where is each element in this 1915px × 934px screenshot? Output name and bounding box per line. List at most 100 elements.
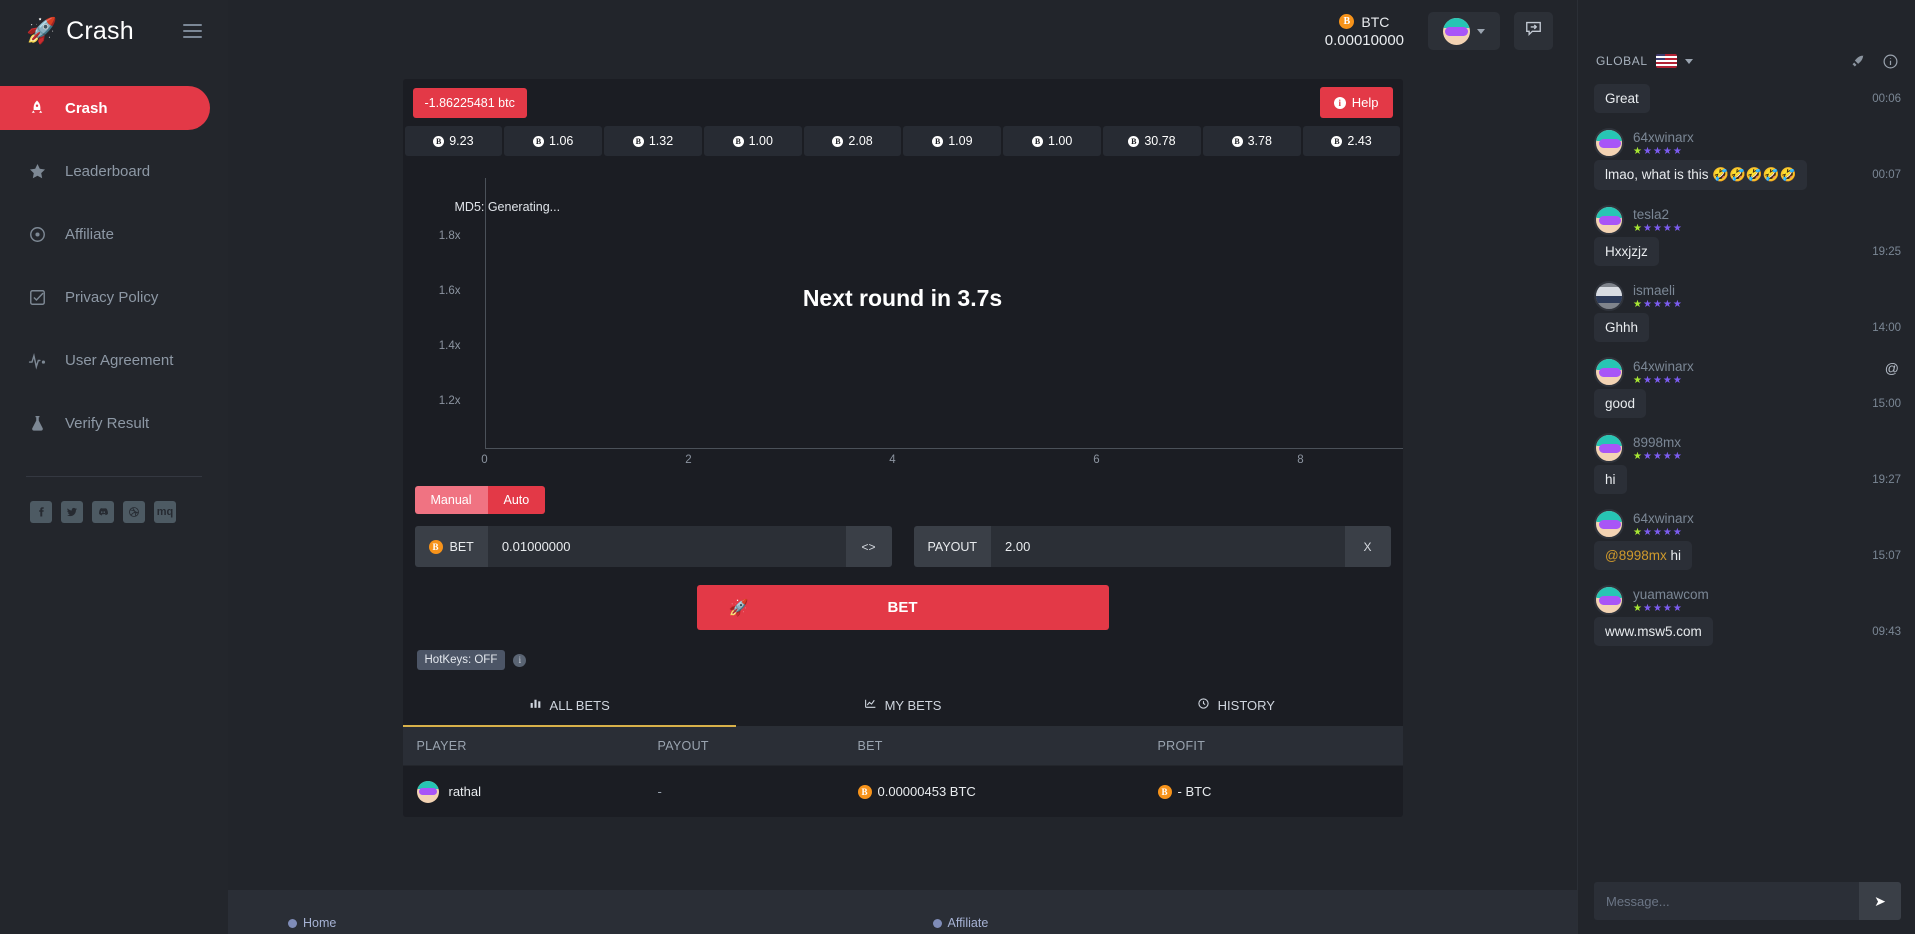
message-username[interactable]: 8998mx	[1633, 435, 1683, 450]
hotkeys-toggle[interactable]: HotKeys: OFF	[417, 650, 506, 670]
hamburger-menu-button[interactable]	[179, 20, 206, 42]
tab-manual[interactable]: Manual	[415, 486, 488, 514]
avatar[interactable]	[1594, 281, 1624, 311]
dot-icon	[933, 919, 942, 928]
history-chip[interactable]: B1.32	[604, 126, 702, 156]
message-username[interactable]: 64xwinarx	[1633, 359, 1694, 374]
profit-amount: - BTC	[1178, 784, 1212, 799]
message-username[interactable]: 64xwinarx	[1633, 130, 1694, 145]
chat-channel-selector[interactable]: GLOBAL	[1596, 54, 1693, 68]
mention-icon[interactable]: @	[1885, 360, 1899, 376]
history-chip[interactable]: B1.09	[903, 126, 1001, 156]
x-tick: 0	[481, 454, 487, 466]
tab-history[interactable]: HISTORY	[1069, 684, 1402, 726]
chat-message: ismaeli ★★★★★ Ghhh 14:00	[1594, 272, 1901, 342]
history-chip[interactable]: B1.06	[504, 126, 602, 156]
avatar[interactable]	[1594, 433, 1624, 463]
user-rating-stars: ★★★★★	[1633, 299, 1683, 310]
history-chip[interactable]: B1.00	[1003, 126, 1101, 156]
history-chip[interactable]: B2.43	[1303, 126, 1401, 156]
history-chip[interactable]: B1.00	[704, 126, 802, 156]
message-username[interactable]: ismaeli	[1633, 283, 1683, 298]
user-avatar-button[interactable]	[1428, 12, 1500, 50]
sidebar-item-affiliate[interactable]: Affiliate	[0, 212, 210, 256]
rocket-icon[interactable]	[1849, 53, 1866, 70]
message-text: Ghhh	[1594, 313, 1649, 342]
chat-panel: GLOBAL Great 00:06	[1577, 0, 1915, 934]
mq-icon[interactable]: mq	[154, 501, 176, 523]
sidebar-item-leaderboard[interactable]: Leaderboard	[0, 149, 210, 193]
avatar[interactable]	[1594, 357, 1624, 387]
column-profit: PROFIT	[1158, 739, 1403, 753]
message-username[interactable]: 64xwinarx	[1633, 511, 1694, 526]
y-tick: 1.4x	[439, 340, 461, 352]
avatar[interactable]	[1594, 128, 1624, 158]
place-bet-button[interactable]: 🚀 BET	[697, 585, 1109, 630]
avatar[interactable]	[1594, 585, 1624, 615]
history-chip[interactable]: B3.78	[1203, 126, 1301, 156]
history-chip[interactable]: B9.23	[405, 126, 503, 156]
sidebar-item-label: Leaderboard	[65, 163, 150, 180]
avatar[interactable]	[1594, 205, 1624, 235]
user-rating-stars: ★★★★★	[1633, 375, 1694, 386]
chat-message: 64xwinarx ★★★★★ @8998mx hi 15:07	[1594, 500, 1901, 570]
tab-my-bets[interactable]: MY BETS	[736, 684, 1069, 726]
column-bet: BET	[858, 739, 1158, 753]
info-icon[interactable]: i	[513, 654, 526, 667]
bet-adjust-button[interactable]: <>	[846, 526, 892, 567]
table-row[interactable]: rathal - B0.00000453 BTC B- BTC	[403, 765, 1403, 817]
send-icon[interactable]: ➤	[1859, 882, 1901, 920]
bet-button-label: BET	[888, 599, 918, 616]
footer-link-affiliate[interactable]: Affiliate	[933, 916, 1578, 930]
cell-player: rathal	[403, 781, 658, 803]
sidebar-item-privacy-policy[interactable]: Privacy Policy	[0, 275, 210, 319]
message-text: hi	[1594, 465, 1627, 494]
chat-messages[interactable]: Great 00:06 64xwinarx ★★★★★ lmao, what i…	[1578, 82, 1915, 872]
chat-message-input[interactable]	[1594, 882, 1859, 920]
help-button[interactable]: i Help	[1320, 87, 1393, 118]
message-username[interactable]: yuamawcom	[1633, 587, 1709, 602]
facebook-icon[interactable]	[30, 501, 52, 523]
message-text: good	[1594, 389, 1646, 418]
history-chip[interactable]: B2.08	[804, 126, 902, 156]
star-icon	[26, 160, 48, 182]
net-profit-badge[interactable]: -1.86225481 btc	[413, 88, 527, 118]
game-wrap: -1.86225481 btc i Help B9.23 B1.06 B1.32…	[228, 62, 1577, 817]
twitter-icon[interactable]	[61, 501, 83, 523]
message-text: Hxxjzjz	[1594, 237, 1659, 266]
btc-coin-icon: B	[1339, 14, 1354, 29]
sidebar-item-crash[interactable]: Crash	[0, 86, 210, 130]
info-icon: i	[1334, 97, 1346, 109]
dribbble-icon[interactable]	[123, 501, 145, 523]
sidebar-item-user-agreement[interactable]: User Agreement	[0, 338, 210, 382]
message-text: @8998mx hi	[1594, 541, 1692, 570]
footer-link-home[interactable]: Home	[288, 916, 933, 930]
sidebar-item-verify-result[interactable]: Verify Result	[0, 401, 210, 445]
message-mention[interactable]: @8998mx	[1605, 548, 1667, 563]
message-text: www.msw5.com	[1594, 617, 1713, 646]
avatar[interactable]	[1594, 509, 1624, 539]
tab-auto[interactable]: Auto	[488, 486, 546, 514]
payout-input[interactable]	[991, 526, 1344, 567]
history-chip[interactable]: B30.78	[1103, 126, 1201, 156]
bet-amount-input[interactable]	[488, 526, 846, 567]
game-header: -1.86225481 btc i Help	[403, 79, 1403, 126]
user-rating-stars: ★★★★★	[1633, 223, 1683, 234]
y-tick: 1.2x	[439, 395, 461, 407]
history-value: 30.78	[1144, 134, 1175, 148]
x-axis-line	[485, 448, 1403, 449]
balance-display[interactable]: B BTC 0.00010000	[1325, 14, 1404, 49]
chat-message: Great 00:06	[1594, 84, 1901, 113]
rocket-icon: 🚀	[729, 598, 749, 618]
info-icon[interactable]	[1882, 53, 1899, 70]
chat-toggle-button[interactable]	[1514, 12, 1553, 50]
btc-coin-icon: B	[1158, 785, 1172, 799]
discord-icon[interactable]	[92, 501, 114, 523]
brand[interactable]: 🚀 Crash	[26, 17, 134, 46]
tab-all-bets[interactable]: ALL BETS	[403, 684, 736, 726]
message-username[interactable]: tesla2	[1633, 207, 1683, 222]
chat-message: 8998mx ★★★★★ hi 19:27	[1594, 424, 1901, 494]
user-rating-stars: ★★★★★	[1633, 146, 1694, 157]
bets-tabs: ALL BETS MY BETS HISTORY	[403, 684, 1403, 727]
sidebar-item-label: Affiliate	[65, 226, 114, 243]
